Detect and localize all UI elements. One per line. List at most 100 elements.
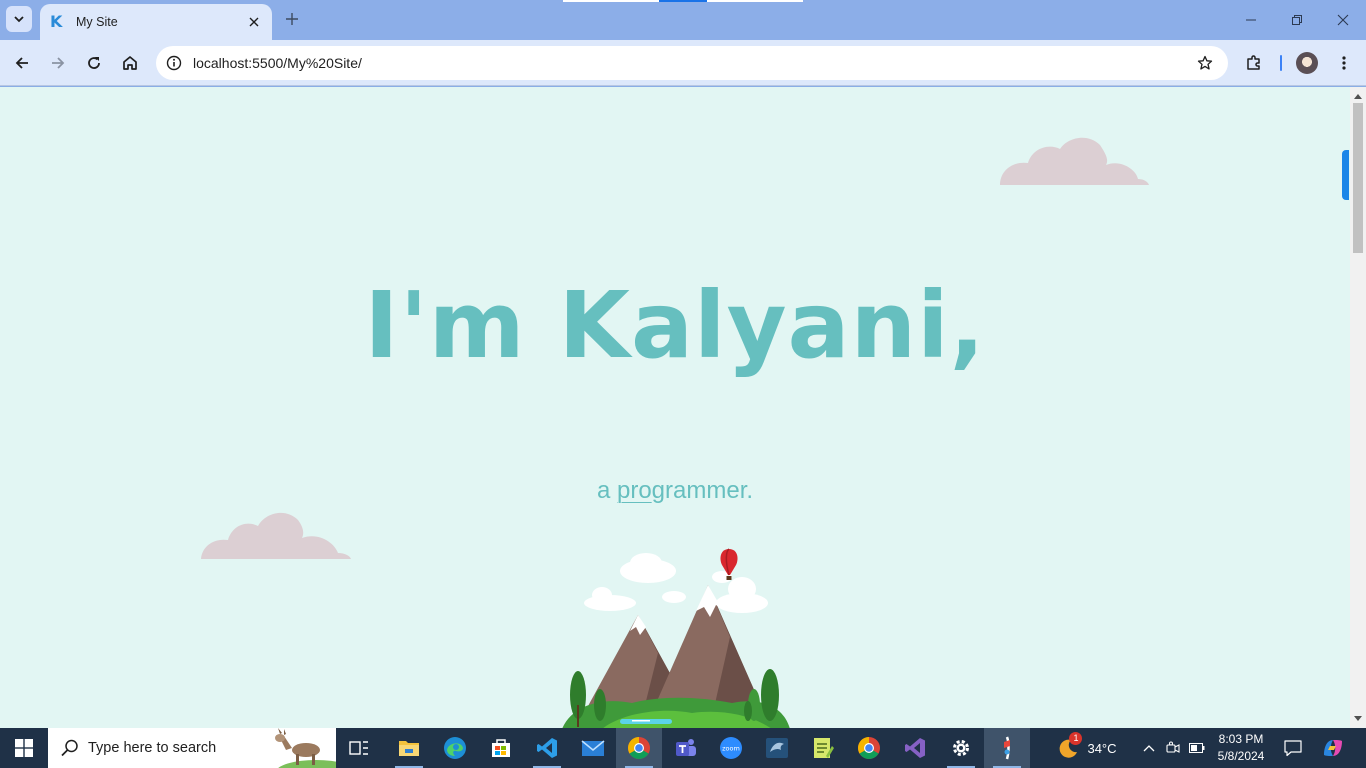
star-icon [1197, 55, 1213, 70]
page-scrollbar[interactable] [1350, 87, 1366, 728]
back-button[interactable] [6, 47, 38, 79]
home-button[interactable] [114, 47, 146, 79]
git-tool-button[interactable] [984, 728, 1030, 768]
restore-button[interactable] [1274, 0, 1320, 40]
zoom-button[interactable]: zoom [708, 728, 754, 768]
mysql-workbench-button[interactable] [754, 728, 800, 768]
edge-button[interactable] [432, 728, 478, 768]
avatar [1296, 52, 1318, 74]
tab-close-button[interactable] [246, 14, 262, 30]
battery-icon [1189, 743, 1205, 753]
reload-icon [88, 57, 100, 69]
weather-icon: 1 [1057, 732, 1083, 759]
chrome-button[interactable] [846, 728, 892, 768]
taskbar-clock[interactable]: 8:03 PM 5/8/2024 [1210, 731, 1272, 765]
search-icon [61, 739, 78, 757]
tab-title: My Site [76, 15, 118, 29]
start-button[interactable] [0, 728, 48, 768]
notifications-button[interactable] [1280, 728, 1306, 768]
tab-my-site[interactable]: K My Site [40, 4, 272, 40]
arrow-left-icon [15, 57, 28, 69]
reload-button[interactable] [78, 47, 110, 79]
scroll-down-button[interactable] [1350, 712, 1366, 726]
tab-search-button[interactable] [6, 6, 32, 32]
settings-button[interactable] [938, 728, 984, 768]
site-favicon: K [50, 12, 63, 31]
gear-icon [953, 740, 969, 756]
address-bar[interactable]: localhost:5500/My%20Site/ [156, 46, 1228, 80]
profile-button[interactable] [1291, 47, 1323, 79]
file-explorer-button[interactable] [386, 728, 432, 768]
taskbar-search-box[interactable]: Type here to search [48, 728, 336, 768]
taskbar: Type here to search zoom 1 34°C 8:03 PM … [0, 728, 1366, 768]
vscode-button[interactable] [524, 728, 570, 768]
windows-logo-icon [15, 739, 33, 757]
weather-widget[interactable]: 1 34°C [1052, 728, 1122, 768]
url-text[interactable]: localhost:5500/My%20Site/ [193, 55, 1190, 71]
tab-strip: K My Site [0, 0, 1366, 40]
info-icon [166, 55, 182, 71]
new-tab-button[interactable] [282, 9, 302, 29]
subtitle-rest: grammer. [651, 477, 754, 504]
copilot-icon [1324, 740, 1342, 756]
visual-studio-button[interactable] [892, 728, 938, 768]
search-placeholder: Type here to search [88, 740, 217, 756]
mail-button[interactable] [570, 728, 616, 768]
site-info-button[interactable] [160, 49, 188, 77]
notification-icon [1284, 740, 1302, 757]
scroll-thumb[interactable] [1353, 103, 1363, 253]
clock-time: 8:03 PM [1218, 732, 1264, 746]
vscode-icon [537, 738, 557, 758]
close-icon [1337, 14, 1349, 26]
close-window-button[interactable] [1320, 0, 1366, 40]
dolphin-icon [766, 738, 788, 758]
triangle-down-icon [1354, 716, 1362, 721]
copilot-button[interactable] [1318, 728, 1348, 768]
more-vertical-icon [1342, 56, 1346, 70]
mountain-illustration [562, 548, 790, 728]
notepad-plus-button[interactable] [800, 728, 846, 768]
bookmark-button[interactable] [1190, 48, 1220, 78]
show-hidden-icons-button[interactable] [1140, 728, 1158, 768]
chrome-active-button[interactable] [616, 728, 662, 768]
forward-button[interactable] [42, 47, 74, 79]
scroll-up-button[interactable] [1350, 89, 1366, 103]
close-icon [249, 17, 259, 27]
weather-temperature: 34°C [1087, 740, 1117, 756]
page-title: I'm Kalyani, [364, 272, 986, 379]
zoom-icon: zoom [720, 737, 742, 759]
cloud-image-top [1000, 137, 1149, 185]
chrome-icon [628, 737, 650, 759]
camera-icon [1166, 741, 1180, 753]
browser-toolbar: localhost:5500/My%20Site/ [0, 40, 1366, 86]
puzzle-icon [1247, 55, 1260, 70]
task-view-button[interactable] [336, 728, 382, 768]
page-subtitle: a programmer. [0, 477, 1350, 505]
battery-button[interactable] [1187, 728, 1207, 768]
minimize-button[interactable] [1228, 0, 1274, 40]
git-icon [1004, 736, 1010, 760]
toolbar-divider [1280, 55, 1282, 71]
menu-button[interactable] [1328, 47, 1360, 79]
task-view-icon [349, 741, 368, 755]
chevron-down-icon [14, 16, 24, 23]
home-icon [123, 56, 137, 70]
restore-icon [1292, 15, 1302, 25]
chevron-up-icon [1143, 745, 1155, 752]
plus-icon [286, 13, 298, 25]
folder-icon [399, 741, 419, 756]
page-viewport: I'm Kalyani, a programmer. [0, 87, 1366, 728]
teams-button[interactable] [662, 728, 708, 768]
chrome-icon [858, 737, 880, 759]
weather-badge: 1 [1069, 732, 1083, 745]
edge-browser-icon [444, 737, 466, 759]
meet-now-button[interactable] [1164, 728, 1182, 768]
mail-icon [581, 740, 605, 756]
minimize-icon [1246, 19, 1256, 21]
window-drag-indicator-active [659, 0, 707, 2]
triangle-up-icon [1354, 94, 1362, 99]
notepad-icon [814, 738, 834, 758]
visual-studio-icon [905, 738, 925, 758]
extensions-button[interactable] [1238, 47, 1270, 79]
store-button[interactable] [478, 728, 524, 768]
